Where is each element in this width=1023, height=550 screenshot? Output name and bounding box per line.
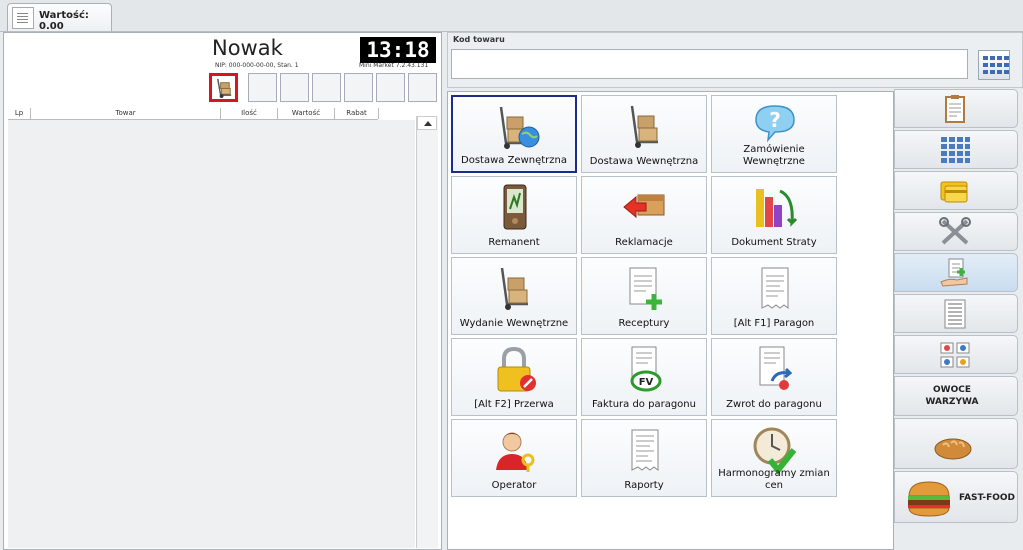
tile-complaints[interactable]: Reklamacje [581, 176, 707, 254]
keyboard-button[interactable] [978, 50, 1010, 80]
scroll-up-button[interactable] [417, 116, 437, 130]
tile-label: [Alt F2] Przerwa [474, 399, 554, 410]
product-code-group: Kod towaru [447, 32, 1023, 88]
hand-receipt-icon [940, 258, 968, 287]
receipt-panel: Nowak NIP: 000-000-00-00, Stan. 1 13:18 … [3, 32, 442, 550]
tab-cards[interactable] [894, 171, 1018, 210]
tile-inventory[interactable]: Remanent [451, 176, 577, 254]
tab-price-list[interactable] [894, 294, 1018, 333]
tile-internal-delivery[interactable]: Dostawa Wewnętrzna [581, 95, 707, 173]
column-towar[interactable]: Towar [31, 108, 221, 119]
tab-clipboard[interactable] [894, 89, 1018, 128]
document-tab-label: Wartość: 0.00 [39, 10, 89, 32]
tile-label: [Alt F1] Paragon [733, 318, 815, 329]
slot-empty[interactable] [408, 73, 437, 102]
tile-label: Dostawa Zewnętrzna [461, 155, 567, 166]
tile-label: Wydanie Wewnętrzne [459, 318, 569, 329]
tile-label: Faktura do paragonu [592, 399, 696, 410]
tile-label: Receptury [618, 318, 670, 329]
version-label: Mini Market 7.2.43.131 [359, 62, 429, 69]
svg-text:?: ? [769, 108, 781, 132]
product-code-label: Kod towaru [453, 35, 505, 44]
tile-label: Dostawa Wewnętrzna [589, 156, 699, 167]
receipt-grid-body[interactable] [8, 120, 415, 548]
slot-empty[interactable] [344, 73, 373, 102]
column-rabat[interactable]: Rabat [335, 108, 379, 119]
receipt-fv-icon: FV [630, 346, 662, 392]
slot-empty[interactable] [376, 73, 405, 102]
tab-tools[interactable] [894, 212, 1018, 251]
trolley-icon [500, 267, 528, 310]
slot-empty[interactable] [280, 73, 309, 102]
tile-label: Zamówienie Wewnętrzne [743, 144, 805, 167]
tab-labels[interactable] [894, 335, 1018, 374]
tile-operator[interactable]: Operator [451, 419, 577, 497]
tile-external-delivery[interactable]: Dostawa Zewnętrzna [451, 95, 577, 173]
clipboard-icon [945, 95, 965, 123]
product-code-input[interactable] [451, 49, 968, 79]
document-plus-icon [629, 267, 662, 310]
tile-break[interactable]: [Alt F2] Przerwa [451, 338, 577, 416]
tile-internal-issue[interactable]: Wydanie Wewnętrzne [451, 257, 577, 335]
tile-label: Zwrot do paragonu [726, 399, 822, 410]
tab-fast-food-label: FAST-FOOD [958, 493, 1016, 503]
tile-label: Harmonogramy zmian cen [718, 468, 830, 491]
user-key-icon [496, 432, 535, 472]
box-return-icon [623, 194, 665, 219]
tab-calculator[interactable] [894, 130, 1018, 169]
column-lp[interactable]: Lp [8, 108, 31, 119]
calculator-icon [941, 137, 970, 163]
store-name: Nowak [212, 36, 283, 60]
scrollbar[interactable] [416, 116, 438, 548]
tile-internal-order[interactable]: ? Zamówienie Wewnętrzne [711, 95, 837, 173]
slot-empty[interactable] [312, 73, 341, 102]
tile-invoice-for-receipt[interactable]: FV Faktura do paragonu [581, 338, 707, 416]
clock: 13:18 [360, 37, 436, 63]
trolley-icon [217, 78, 232, 99]
bread-icon [934, 438, 972, 460]
pda-icon [503, 184, 527, 230]
trolley-icon [630, 105, 658, 148]
question-bubble-icon: ? [755, 105, 795, 143]
labels-icon [940, 342, 970, 368]
receipt-grid-header: Lp Towar Ilość Wartość Rabat [8, 108, 379, 120]
tile-receipt[interactable]: [Alt F1] Paragon [711, 257, 837, 335]
tab-receipt-hand[interactable] [894, 253, 1018, 292]
tile-label: Dokument Straty [731, 237, 817, 248]
slot-empty[interactable] [248, 73, 277, 102]
tile-loss-document[interactable]: Dokument Straty [711, 176, 837, 254]
receipt-icon [12, 7, 34, 29]
document-tab-bar: Wartość: 0.00 [0, 0, 1023, 32]
delivery-slot-active[interactable] [209, 73, 238, 102]
card-icon [940, 181, 968, 203]
trolley-globe-icon [499, 106, 540, 149]
burger-icon [908, 481, 950, 517]
tile-label: Raporty [624, 480, 664, 491]
category-tabs: OWOCE WARZYWA FAST-FOOD [894, 89, 1021, 548]
column-ilosc[interactable]: Ilość [221, 108, 278, 119]
tab-bread[interactable] [894, 418, 1018, 469]
tab-fast-food[interactable]: FAST-FOOD [894, 471, 1018, 523]
tile-label: Remanent [488, 237, 540, 248]
column-wartosc[interactable]: Wartość [278, 108, 335, 119]
document-tab[interactable]: Wartość: 0.00 [7, 3, 112, 32]
tile-label: Operator [491, 480, 537, 491]
report-icon [631, 429, 659, 471]
tile-label: Reklamacje [615, 237, 673, 248]
receipt-icon [761, 267, 789, 309]
function-grid: Dostawa Zewnętrzna Dostawa Wewnętrzna ? … [447, 91, 894, 550]
tools-icon [939, 217, 971, 245]
tile-return-for-receipt[interactable]: Zwrot do paragonu [711, 338, 837, 416]
price-list-icon [944, 299, 966, 329]
receipt-return-icon [759, 346, 793, 390]
tile-recipes[interactable]: Receptury [581, 257, 707, 335]
tile-reports[interactable]: Raporty [581, 419, 707, 497]
store-nip: NIP: 000-000-00-00, Stan. 1 [215, 62, 299, 69]
bars-down-icon [756, 189, 798, 227]
tab-fruit-vegetables-label: OWOCE WARZYWA [925, 385, 979, 407]
tile-price-schedules[interactable]: Harmonogramy zmian cen [711, 419, 837, 497]
tab-fruit-vegetables[interactable]: OWOCE WARZYWA [894, 376, 1018, 416]
padlock-icon [497, 346, 536, 392]
svg-text:FV: FV [639, 377, 654, 388]
